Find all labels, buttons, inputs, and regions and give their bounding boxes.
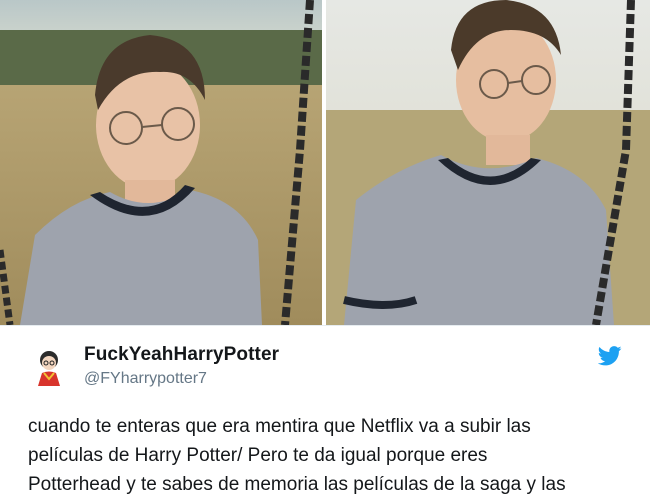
tweet-text-line: Potterhead y te sabes de memoria las pel… xyxy=(28,474,566,495)
avatar[interactable] xyxy=(28,346,70,388)
tweet-text-line: películas de Harry Potter/ Pero te da ig… xyxy=(28,445,488,466)
tweet-card: FuckYeahHarryPotter @FYharrypotter7 cuan… xyxy=(0,325,650,495)
tweet-text-line: cuando te enteras que era mentira que Ne… xyxy=(28,416,531,437)
user-handle[interactable]: @FYharrypotter7 xyxy=(84,370,207,388)
display-name[interactable]: FuckYeahHarryPotter xyxy=(84,344,279,366)
tweet-text: cuando te enteras que era mentira que Ne… xyxy=(28,412,628,499)
bird-icon[interactable] xyxy=(597,346,622,366)
photo-right xyxy=(326,0,650,325)
photo-left xyxy=(0,0,322,325)
photo-collage xyxy=(0,0,650,325)
